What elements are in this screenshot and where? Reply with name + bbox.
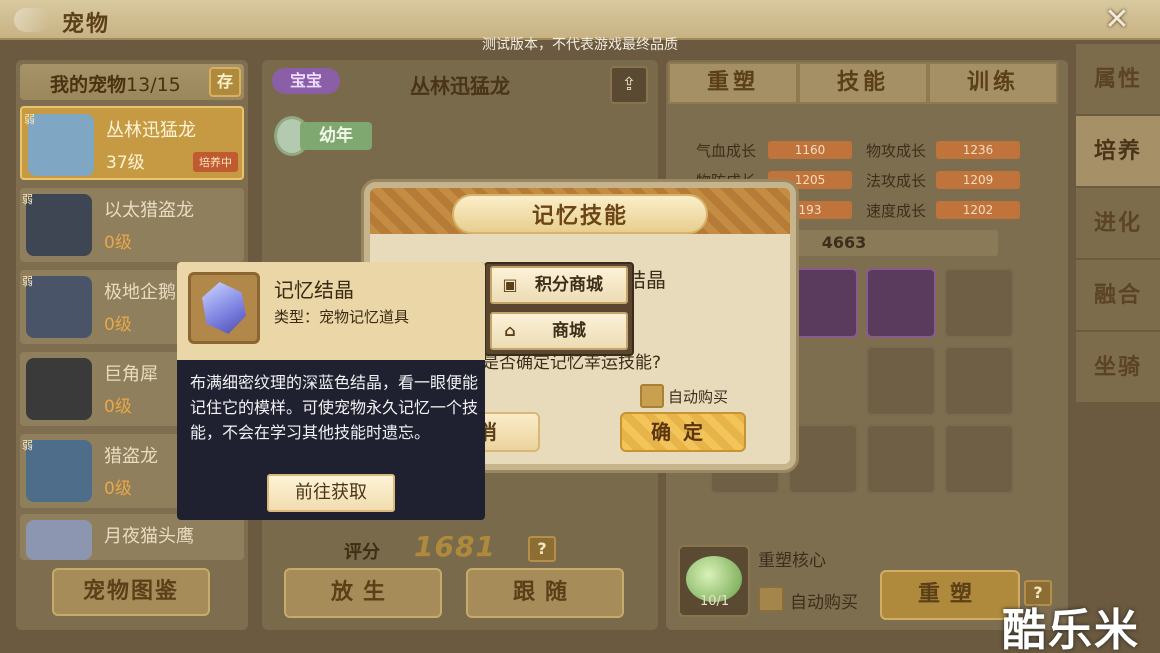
item-description: 布满细密纹理的深蓝色结晶，看一眼便能记住它的模样。可使宠物永久记忆一个技能，不会… xyxy=(190,373,479,442)
side-tab-fusion[interactable]: 融合 xyxy=(1076,260,1160,332)
baby-tag: 宝宝 xyxy=(272,68,340,94)
stat-value: 1209 xyxy=(936,171,1020,189)
dialog-auto-buy-checkbox[interactable] xyxy=(640,384,664,408)
tooltip-zigzag-divider xyxy=(177,350,485,362)
shop-label: 商城 xyxy=(552,321,586,341)
reshape-core-count: 10/1 xyxy=(700,594,730,609)
stat-label: 速度成长 xyxy=(866,202,927,220)
skill-slot[interactable] xyxy=(788,268,858,338)
score-label: 评分 xyxy=(344,542,380,563)
pet-list-item[interactable]: 弱 丛林迅猛龙 37级 培养中 xyxy=(20,106,244,180)
stat-value: 1202 xyxy=(936,201,1020,219)
auto-buy-label: 自动购买 xyxy=(790,593,858,613)
pet-badge: 弱 xyxy=(24,113,35,126)
pet-name: 极地企鹅 xyxy=(104,282,176,303)
pet-avatar xyxy=(26,520,92,560)
pet-name: 以太猎盗龙 xyxy=(104,200,194,221)
score-help-button[interactable]: ? xyxy=(528,536,556,562)
tab-training[interactable]: 训练 xyxy=(928,62,1058,104)
store-button[interactable]: 存 xyxy=(209,67,241,97)
pet-name: 猎盗龙 xyxy=(104,446,158,467)
skill-slot[interactable] xyxy=(788,424,858,494)
tab-skills[interactable]: 技能 xyxy=(798,62,928,104)
pet-name: 月夜猫头鹰 xyxy=(104,526,194,547)
my-pets-count: 13/15 xyxy=(126,74,181,96)
stat-label: 物攻成长 xyxy=(866,142,927,160)
pet-list-item[interactable]: 弱 以太猎盗龙 0级 xyxy=(20,188,244,262)
pet-badge: 弱 xyxy=(22,275,33,288)
shop-home-icon: ⌂ xyxy=(504,321,516,340)
stat-value: 1160 xyxy=(768,141,852,159)
stat-label: 气血成长 xyxy=(696,142,757,160)
item-name: 记忆结晶 xyxy=(274,278,354,302)
pet-name: 巨角犀 xyxy=(104,364,158,385)
points-shop-button[interactable]: ▣ 积分商城 xyxy=(490,266,628,304)
watermark-logo: 酷乐米 xyxy=(1002,605,1140,653)
pet-avatar xyxy=(26,358,92,420)
side-tab-cultivate[interactable]: 培养 xyxy=(1076,116,1160,188)
skill-slot[interactable] xyxy=(944,346,1014,416)
pet-badge: 弱 xyxy=(22,439,33,452)
side-tab-evolve[interactable]: 进化 xyxy=(1076,188,1160,260)
growth-stage-tag: 幼年 xyxy=(300,122,372,150)
skill-slot[interactable] xyxy=(866,268,936,338)
dialog-title: 记忆技能 xyxy=(531,204,628,229)
pet-atlas-button[interactable]: 宠物图鉴 xyxy=(52,568,210,616)
pet-level: 0级 xyxy=(104,233,132,253)
pet-title: 丛林迅猛龙 xyxy=(410,74,510,98)
skill-slot[interactable] xyxy=(866,424,936,494)
skill-slot[interactable] xyxy=(944,424,1014,494)
side-tab-attributes[interactable]: 属性 xyxy=(1076,44,1160,116)
my-pets-title: 我的宠物13/15 xyxy=(50,70,181,97)
follow-button[interactable]: 跟随 xyxy=(466,568,624,618)
my-pets-label: 我的宠物 xyxy=(50,74,127,96)
title-decoration xyxy=(14,8,50,32)
skill-slot[interactable] xyxy=(866,346,936,416)
points-shop-label: 积分商城 xyxy=(535,275,603,295)
side-tab-mount[interactable]: 坐骑 xyxy=(1076,332,1160,404)
pet-level: 0级 xyxy=(104,397,132,417)
auto-buy-checkbox[interactable] xyxy=(758,586,784,612)
reshape-core-label: 重塑核心 xyxy=(758,551,826,571)
pet-level: 0级 xyxy=(104,479,132,499)
share-icon[interactable]: ⇪ xyxy=(610,66,648,104)
pet-status-badge: 培养中 xyxy=(193,152,238,172)
close-icon[interactable]: ✕ xyxy=(1100,4,1134,38)
stat-value: 1236 xyxy=(936,141,1020,159)
dialog-auto-buy-label: 自动购买 xyxy=(668,388,729,406)
test-version-notice: 测试版本，不代表游戏最终品质 xyxy=(482,37,678,53)
reshape-button[interactable]: 重塑 xyxy=(880,570,1020,620)
goto-obtain-button[interactable]: 前往获取 xyxy=(267,474,395,512)
confirm-button[interactable]: 确定 xyxy=(620,412,746,452)
release-button[interactable]: 放生 xyxy=(284,568,442,618)
points-shop-icon: ▣ xyxy=(502,275,518,294)
pet-badge: 弱 xyxy=(22,193,33,206)
stat-label: 法攻成长 xyxy=(866,172,927,190)
pet-name: 丛林迅猛龙 xyxy=(106,120,196,141)
item-type: 类型：宠物记忆道具 xyxy=(274,308,410,326)
page-title: 宠物 xyxy=(62,12,111,37)
score-value: 1681 xyxy=(414,530,496,563)
pet-level: 37级 xyxy=(106,153,145,173)
pet-level: 0级 xyxy=(104,315,132,335)
skill-slot[interactable] xyxy=(944,268,1014,338)
shop-button[interactable]: ⌂ 商城 xyxy=(490,312,628,350)
tab-reshape[interactable]: 重塑 xyxy=(668,62,798,104)
pet-list-item[interactable]: 月夜猫头鹰 xyxy=(20,514,244,560)
